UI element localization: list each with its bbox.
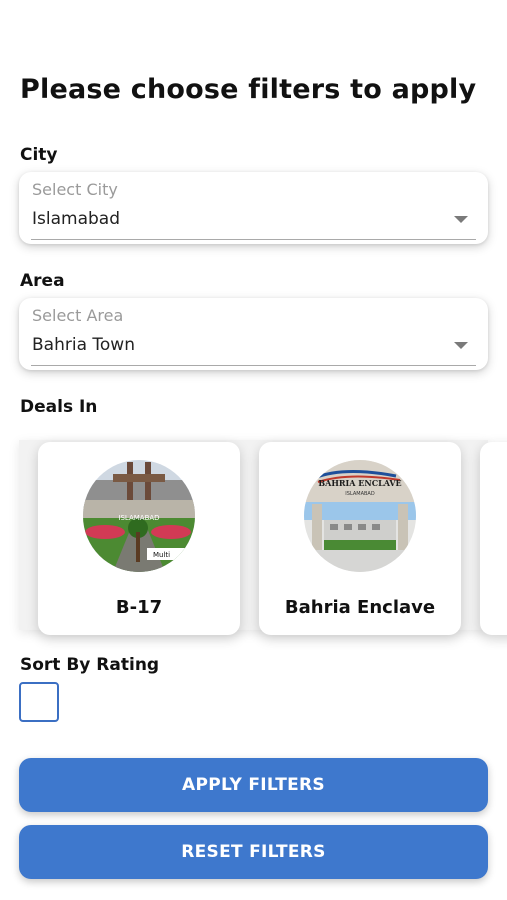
area-select-value: Bahria Town	[32, 335, 135, 355]
deal-image-b17: ISLAMABAD Multi	[83, 460, 195, 572]
area-select[interactable]: Select Area Bahria Town	[19, 298, 488, 370]
deal-image-b17-tag: Multi	[153, 551, 170, 559]
caret-down-icon[interactable]	[454, 342, 468, 349]
reset-filters-button[interactable]: RESET FILTERS	[19, 825, 488, 879]
deal-image-bahria-enclave: BAHRIA ENCLAVE ISLAMABAD	[304, 460, 416, 572]
page-title: Please choose filters to apply	[20, 74, 477, 105]
deals-carousel[interactable]: ISLAMABAD Multi B-17 BAHRIA ENCLAVE ISLA…	[0, 430, 507, 650]
deal-name-bahria-enclave: Bahria Enclave	[284, 597, 436, 618]
deal-card-partial[interactable]	[480, 442, 507, 635]
deal-image-b17-sign: ISLAMABAD	[118, 514, 159, 522]
city-label: City	[20, 145, 58, 165]
sort-by-rating-checkbox[interactable]	[19, 682, 59, 722]
city-select-value: Islamabad	[32, 209, 120, 229]
area-label: Area	[20, 271, 65, 291]
deals-label: Deals In	[20, 397, 98, 417]
deal-card-b17[interactable]: ISLAMABAD Multi B-17	[38, 442, 240, 635]
caret-down-icon[interactable]	[454, 216, 468, 223]
city-select[interactable]: Select City Islamabad	[19, 172, 488, 244]
apply-filters-button[interactable]: APPLY FILTERS	[19, 758, 488, 812]
deal-image-enclave-sign-sub: ISLAMABAD	[345, 491, 375, 497]
city-select-underline	[31, 239, 476, 240]
sort-label: Sort By Rating	[20, 655, 160, 675]
city-select-placeholder: Select City	[32, 180, 118, 199]
area-select-underline	[31, 365, 476, 366]
deal-image-enclave-sign: BAHRIA ENCLAVE	[318, 478, 401, 488]
deal-name-b17: B-17	[115, 597, 163, 618]
deal-card-bahria-enclave[interactable]: BAHRIA ENCLAVE ISLAMABAD Bahria Enclave	[259, 442, 461, 635]
area-select-placeholder: Select Area	[32, 306, 124, 325]
